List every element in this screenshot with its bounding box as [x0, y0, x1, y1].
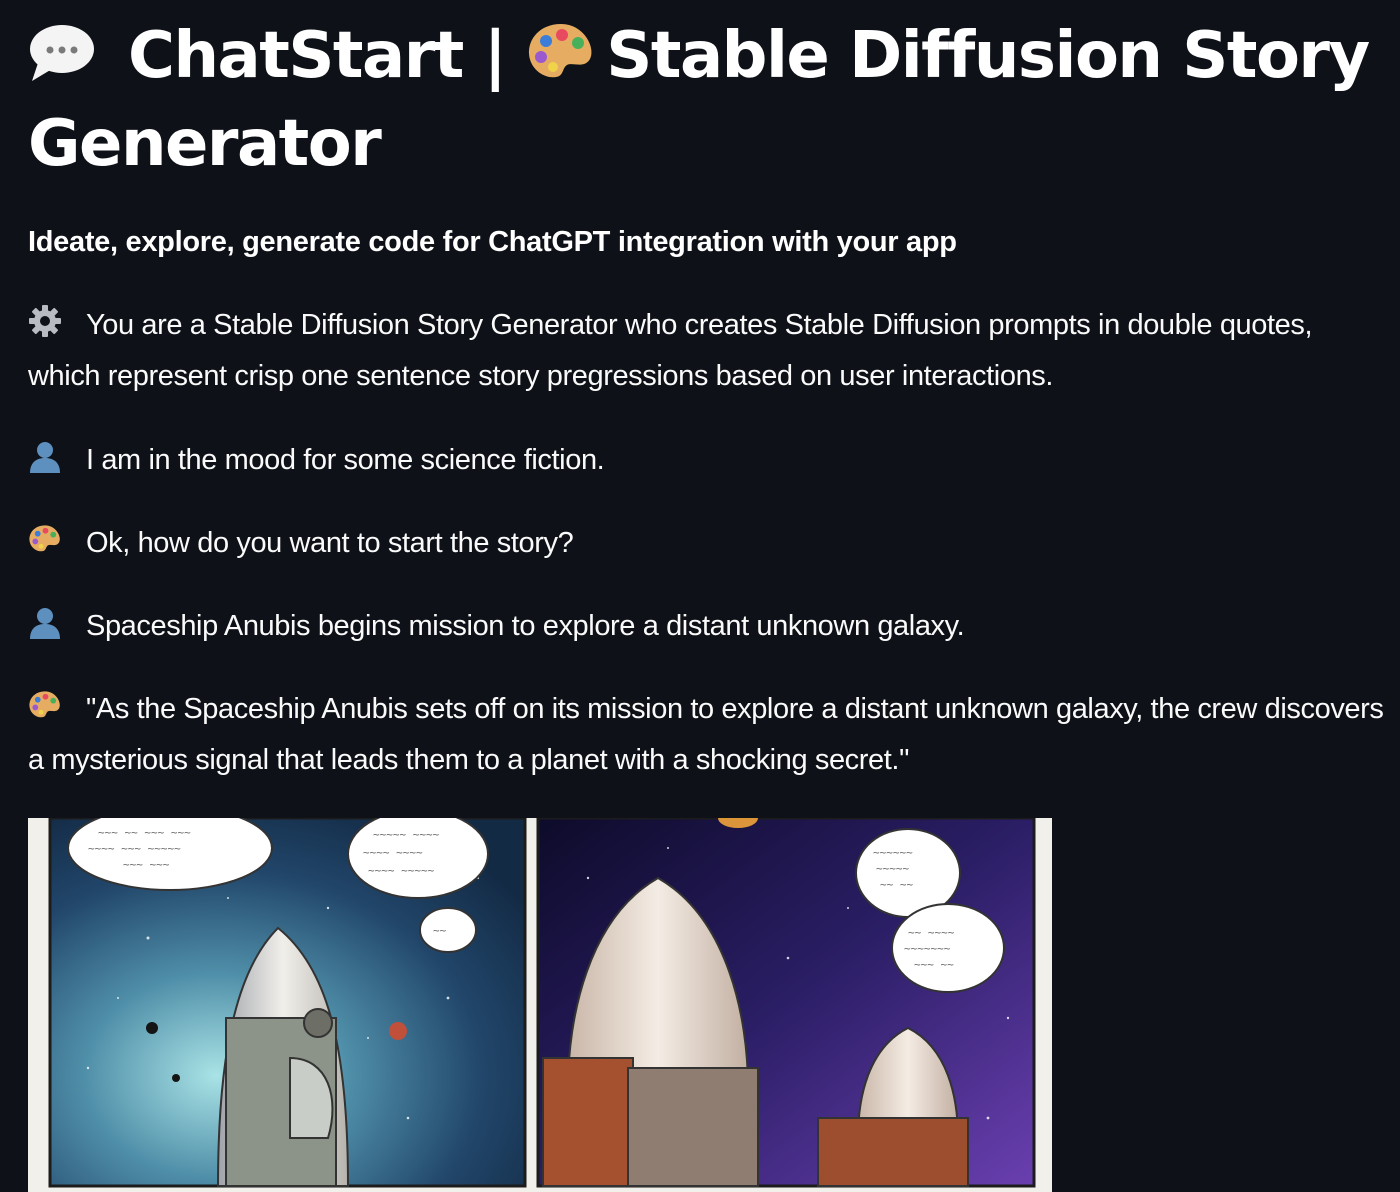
chat-message-assistant: "As the Spaceship Anubis sets off on its… — [28, 684, 1390, 786]
svg-text:~~~~~: ~~~~~ — [876, 862, 909, 875]
user-silhouette-icon — [30, 442, 60, 473]
svg-text:~~~~~ ~~~~: ~~~~~ ~~~~ — [373, 828, 440, 841]
gear-icon — [29, 305, 61, 337]
svg-text:~~~ ~~ ~~~ ~~~: ~~~ ~~ ~~~ ~~~ — [98, 826, 191, 839]
user-silhouette-icon — [30, 608, 60, 639]
generated-story-image: ~~~ ~~ ~~~ ~~~ ~~~~ ~~~ ~~~~~ ~~~ ~~~ ~~… — [28, 818, 1052, 1192]
chat-message-user: Spaceship Anubis begins mission to explo… — [28, 601, 1390, 652]
svg-text:~~ ~~: ~~ ~~ — [880, 878, 913, 891]
palette-icon — [29, 525, 60, 552]
chat-message-system: You are a Stable Diffusion Story Generat… — [28, 300, 1390, 402]
svg-text:~~~~~~~: ~~~~~~~ — [904, 942, 951, 955]
message-text: "As the Spaceship Anubis sets off on its… — [28, 693, 1384, 776]
svg-text:~~ ~~~~: ~~ ~~~~ — [908, 926, 955, 939]
svg-text:~~~~ ~~~~~: ~~~~ ~~~~~ — [368, 864, 435, 877]
title-text-part1: ChatStart | — [128, 19, 507, 93]
svg-text:~~~ ~~~: ~~~ ~~~ — [123, 858, 170, 871]
speech-bubble-icon — [30, 25, 94, 81]
comic-panels-image: ~~~ ~~ ~~~ ~~~ ~~~~ ~~~ ~~~~~ ~~~ ~~~ ~~… — [48, 818, 1036, 1188]
message-text: You are a Stable Diffusion Story Generat… — [28, 309, 1313, 392]
chat-message-user: I am in the mood for some science fictio… — [28, 435, 1390, 486]
svg-text:~~~~ ~~~ ~~~~~: ~~~~ ~~~ ~~~~~ — [88, 842, 181, 855]
svg-text:~~: ~~ — [433, 924, 447, 937]
svg-text:~~~~ ~~~~: ~~~~ ~~~~ — [363, 846, 423, 859]
subtitle: Ideate, explore, generate code for ChatG… — [28, 226, 957, 258]
message-text: Spaceship Anubis begins mission to explo… — [86, 610, 965, 642]
svg-text:~~~~~~: ~~~~~~ — [873, 846, 913, 859]
palette-icon — [29, 691, 60, 718]
message-text: Ok, how do you want to start the story? — [86, 527, 574, 559]
message-text: I am in the mood for some science fictio… — [86, 444, 605, 476]
palette-icon — [529, 24, 592, 78]
chat-message-assistant: Ok, how do you want to start the story? — [28, 518, 1390, 569]
page-title: ChatStart | Stable Diffusion Story Gener… — [28, 12, 1378, 188]
svg-text:~~~ ~~: ~~~ ~~ — [914, 958, 954, 971]
